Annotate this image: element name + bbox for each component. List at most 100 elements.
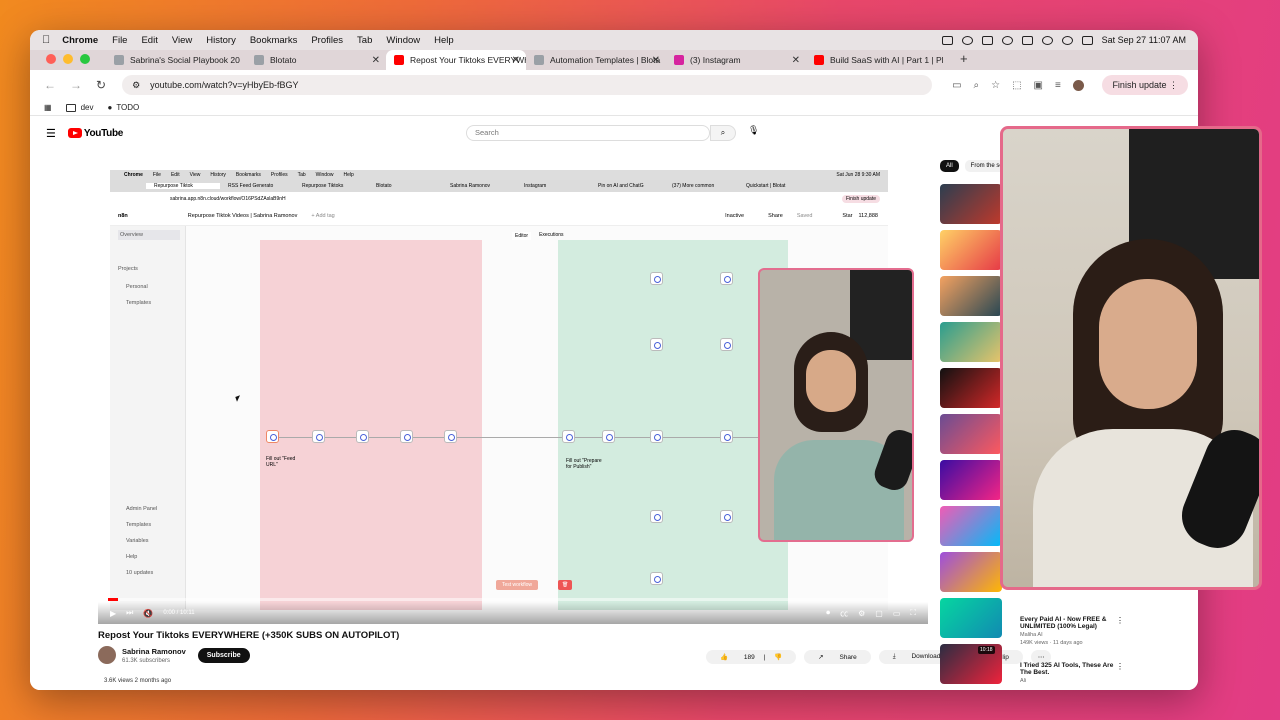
apps-icon[interactable]: ▦ xyxy=(44,103,52,112)
channel-name[interactable]: Sabrina Ramonov xyxy=(122,647,186,656)
close-tab-icon[interactable]: ✕ xyxy=(652,55,660,66)
connection-line xyxy=(272,437,762,438)
channel-row: Sabrina Ramonov 61.3K subscribers Subscr… xyxy=(98,646,250,664)
tab-5[interactable]: Build SaaS with AI | Part 1 | Pl xyxy=(806,50,946,70)
folder-icon xyxy=(65,103,76,112)
thumbs-down-icon[interactable]: 👎 xyxy=(767,651,790,664)
publish-node xyxy=(720,510,733,523)
rec-thumbnail[interactable] xyxy=(940,552,1002,592)
search-placeholder: Search xyxy=(475,128,499,137)
rec-title[interactable]: Every Paid AI - Now FREE & UNLIMITED (10… xyxy=(1020,616,1120,630)
battery-icon[interactable] xyxy=(1021,35,1033,45)
menu-history[interactable]: History xyxy=(206,35,236,46)
editor-tab: Editor xyxy=(512,232,532,240)
close-tab-icon[interactable]: ✕ xyxy=(372,55,380,66)
menu-edit[interactable]: Edit xyxy=(141,35,157,46)
rec-thumbnail[interactable] xyxy=(940,322,1002,362)
rec-thumbnail[interactable] xyxy=(940,460,1002,500)
reading-list-icon[interactable]: ≡ xyxy=(1055,80,1061,91)
close-tab-icon[interactable]: ✕ xyxy=(512,55,520,66)
tab-2[interactable]: Repost Your Tiktoks EVERYWHERE✕ xyxy=(386,50,526,70)
video-player[interactable]: Chrome File Edit View History Bookmarks … xyxy=(98,158,928,624)
video-title: Repost Your Tiktoks EVERYWHERE (+350K SU… xyxy=(98,630,400,641)
rec-title[interactable]: I Tried 325 AI Tools, These Are The Best… xyxy=(1020,662,1120,676)
rec-thumbnail[interactable] xyxy=(940,598,1002,638)
search-icon[interactable] xyxy=(1061,35,1073,45)
close-tab-icon[interactable]: ✕ xyxy=(792,55,800,66)
search-button[interactable]: ⌕ xyxy=(710,125,736,141)
rec-thumbnail[interactable] xyxy=(940,184,1002,224)
settings-icon[interactable]: ⚙ xyxy=(858,609,865,618)
finish-update-button[interactable]: Finish update ⋮ xyxy=(1102,75,1188,95)
volume-icon[interactable]: 🔇 xyxy=(143,609,153,618)
status-icon-2[interactable] xyxy=(961,35,973,45)
menu-help[interactable]: Help xyxy=(434,35,454,46)
rec-more-icon[interactable]: ⋮ xyxy=(1116,662,1124,671)
menu-tab[interactable]: Tab xyxy=(357,35,372,46)
status-icon-3[interactable] xyxy=(981,35,993,45)
zoom-window-button[interactable] xyxy=(80,54,90,64)
status-icon-4[interactable] xyxy=(1001,35,1013,45)
tab-4[interactable]: (3) Instagram ✕ xyxy=(666,50,806,70)
menubar-clock[interactable]: Sat Sep 27 11:07 AM xyxy=(1102,35,1186,45)
play-icon[interactable]: ▶ xyxy=(110,609,116,618)
rec-thumbnail[interactable] xyxy=(940,506,1002,546)
chip-all[interactable]: All xyxy=(940,160,959,172)
url-field[interactable]: ⚙ youtube.com/watch?v=yHbyEb-fBGY xyxy=(122,75,933,95)
tab-0[interactable]: Sabrina's Social Playbook 20 xyxy=(106,50,246,70)
tab-1[interactable]: Blotato ✕ xyxy=(246,50,386,70)
subscribe-button[interactable]: Subscribe xyxy=(197,647,250,663)
rec-thumbnail[interactable] xyxy=(940,230,1002,270)
tab-favicon xyxy=(114,55,124,65)
progress-bar[interactable] xyxy=(108,598,918,601)
youtube-play-icon xyxy=(67,128,82,138)
apple-icon[interactable]:  xyxy=(42,34,50,46)
menu-file[interactable]: File xyxy=(112,35,127,46)
sidebar-templates: Templates xyxy=(126,300,152,306)
zoom-icon[interactable]: ⌕ xyxy=(974,80,980,91)
menu-bookmarks[interactable]: Bookmarks xyxy=(250,35,298,46)
time-display: 0:00 / 10:11 xyxy=(163,610,195,616)
next-icon[interactable]: ⏭ xyxy=(126,608,133,618)
site-settings-icon[interactable]: ⚙ xyxy=(132,80,140,91)
bookmark-star-icon[interactable]: ☆ xyxy=(991,80,1000,91)
rec-thumbnail[interactable] xyxy=(940,414,1002,454)
extensions-icon[interactable]: ⬚ xyxy=(1012,80,1021,91)
cast-icon[interactable]: ▭ xyxy=(952,80,961,91)
profile-avatar[interactable] xyxy=(1072,79,1084,91)
share-button[interactable]: ↗ Share xyxy=(804,650,871,664)
fullscreen-icon[interactable]: ⛶ xyxy=(910,608,916,618)
miniplayer-icon[interactable]: ▢ xyxy=(875,609,883,618)
menu-icon[interactable]: ☰ xyxy=(46,127,56,140)
mic-icon[interactable]: 🎙 xyxy=(748,125,759,136)
menu-app[interactable]: Chrome xyxy=(62,35,98,46)
search-input[interactable]: Search xyxy=(466,125,710,141)
sidepanel-icon[interactable]: ▣ xyxy=(1034,80,1043,91)
tab-3[interactable]: Automation Templates | Blota ✕ xyxy=(526,50,666,70)
rec-more-icon[interactable]: ⋮ xyxy=(1116,616,1124,625)
rec-thumbnail[interactable] xyxy=(940,368,1002,408)
bookmark-dev[interactable]: dev xyxy=(65,103,93,112)
status-icon-1[interactable] xyxy=(941,35,953,45)
menu-window[interactable]: Window xyxy=(386,35,420,46)
channel-avatar[interactable] xyxy=(98,646,116,664)
captions-icon[interactable]: ㏄ xyxy=(840,608,848,619)
control-center-icon[interactable] xyxy=(1081,35,1093,45)
youtube-logo[interactable]: YouTube xyxy=(67,128,123,139)
back-icon[interactable]: ← xyxy=(44,78,56,92)
new-tab-button[interactable]: + xyxy=(960,51,968,66)
close-window-button[interactable] xyxy=(46,54,56,64)
menu-profiles[interactable]: Profiles xyxy=(311,35,343,46)
bookmark-todo[interactable]: ● TODO xyxy=(107,103,139,112)
workflow-title: Repurpose Tiktok Videos | Sabrina Ramono… xyxy=(187,212,298,219)
menu-view[interactable]: View xyxy=(172,35,192,46)
address-bar-row: ← → ↻ ⚙ youtube.com/watch?v=yHbyEb-fBGY … xyxy=(30,70,1198,100)
autoplay-toggle[interactable]: ⏺ xyxy=(826,608,830,618)
like-button[interactable]: 👍 189 | 👎 xyxy=(706,650,797,664)
rec-thumbnail[interactable] xyxy=(940,276,1002,316)
reload-icon[interactable]: ↻ xyxy=(96,78,106,92)
wifi-icon[interactable] xyxy=(1041,35,1053,45)
minimize-window-button[interactable] xyxy=(63,54,73,64)
forward-icon[interactable]: → xyxy=(70,78,82,92)
theater-icon[interactable]: ▭ xyxy=(893,609,901,618)
